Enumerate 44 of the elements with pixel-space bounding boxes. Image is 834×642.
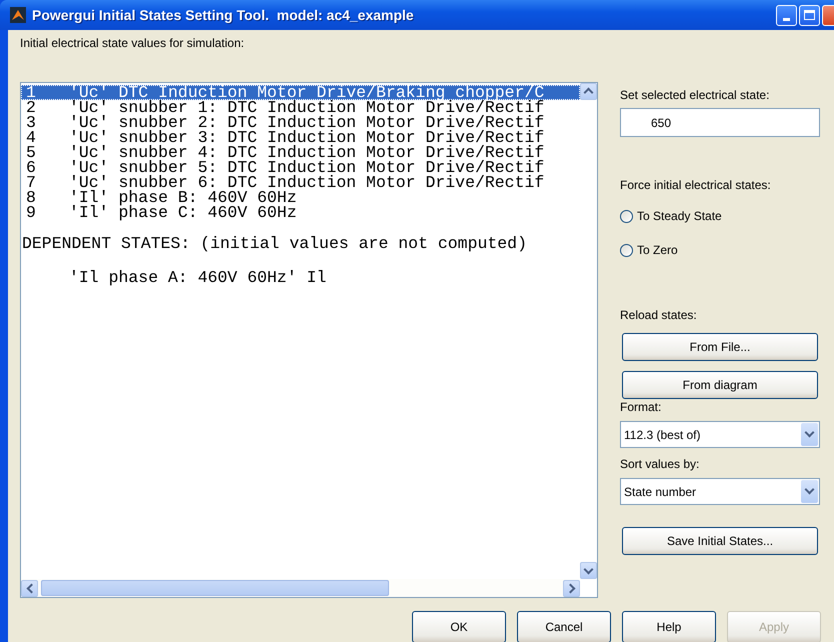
- dropdown-icon[interactable]: [801, 423, 818, 446]
- scroll-up-icon[interactable]: [580, 83, 597, 100]
- state-row[interactable]: 1 'Uc' DTC Induction Motor Drive/Braking chopper/C: [21, 85, 580, 100]
- scroll-down-icon[interactable]: [580, 562, 597, 579]
- dialog-button[interactable]: Help: [622, 611, 716, 642]
- state-list[interactable]: [20, 82, 598, 598]
- field-label: Sort values by:: [620, 456, 700, 472]
- state-row[interactable]: 2 'Uc' snubber 1: DTC Induction Motor Drive/Rectif: [21, 100, 580, 115]
- format-dropdown[interactable]: 112.3 (best of): [620, 421, 820, 448]
- minimize-button[interactable]: [776, 4, 797, 26]
- radio-button[interactable]: [620, 244, 633, 256]
- section-label: Reload states:: [620, 307, 698, 323]
- state-row[interactable]: 8 'Il' phase B: 460V 60Hz: [21, 190, 580, 205]
- state-row[interactable]: 5 'Uc' snubber 4: DTC Induction Motor Drive/Rectif: [21, 145, 580, 160]
- dialog-button[interactable]: Cancel: [517, 611, 611, 642]
- state-row[interactable]: 7 'Uc' snubber 6: DTC Induction Motor Drive/Rectif: [21, 175, 580, 190]
- state-row[interactable]: 6 'Uc' snubber 5: DTC Induction Motor Drive/Rectif: [21, 160, 580, 175]
- maximize-button[interactable]: [799, 4, 820, 26]
- state-value-field[interactable]: 650: [620, 108, 820, 137]
- reload-button[interactable]: From File...: [622, 333, 818, 361]
- section-label: Force initial electrical states:: [620, 177, 772, 193]
- app-icon: [10, 7, 26, 23]
- scroll-left-icon[interactable]: [21, 580, 38, 596]
- dropdown-icon[interactable]: [801, 480, 818, 503]
- list-label: Initial electrical state values for simulation:: [20, 35, 246, 51]
- dependent-state: 'Il phase A: 460V 60Hz' Il: [68, 270, 326, 285]
- scroll-thumb[interactable]: [41, 580, 389, 596]
- state-row[interactable]: 4 'Uc' snubber 3: DTC Induction Motor Drive/Rectif: [21, 130, 580, 145]
- save-button[interactable]: Save Initial States...: [622, 527, 818, 555]
- sort-dropdown[interactable]: State number: [620, 478, 820, 505]
- dialog-button[interactable]: OK: [412, 611, 506, 642]
- state-row[interactable]: 9 'Il' phase C: 460V 60Hz: [21, 205, 580, 220]
- window-title: Powergui Initial States Setting Tool. model: ac4_example: [32, 7, 415, 23]
- dependent-header: DEPENDENT STATES: (initial values are not computed): [21, 236, 527, 251]
- radio-button[interactable]: [620, 210, 633, 222]
- radio-label[interactable]: To Zero: [637, 243, 678, 257]
- state-row[interactable]: 3 'Uc' snubber 2: DTC Induction Motor Drive/Rectif: [21, 115, 580, 130]
- reload-button[interactable]: From diagram: [622, 371, 818, 399]
- horizontal-scrollbar[interactable]: [21, 579, 580, 597]
- vertical-scrollbar[interactable]: [580, 83, 597, 579]
- field-label: Set selected electrical state:: [620, 87, 770, 103]
- scroll-right-icon[interactable]: [563, 580, 580, 596]
- radio-label[interactable]: To Steady State: [637, 209, 722, 223]
- field-label: Format:: [620, 399, 662, 415]
